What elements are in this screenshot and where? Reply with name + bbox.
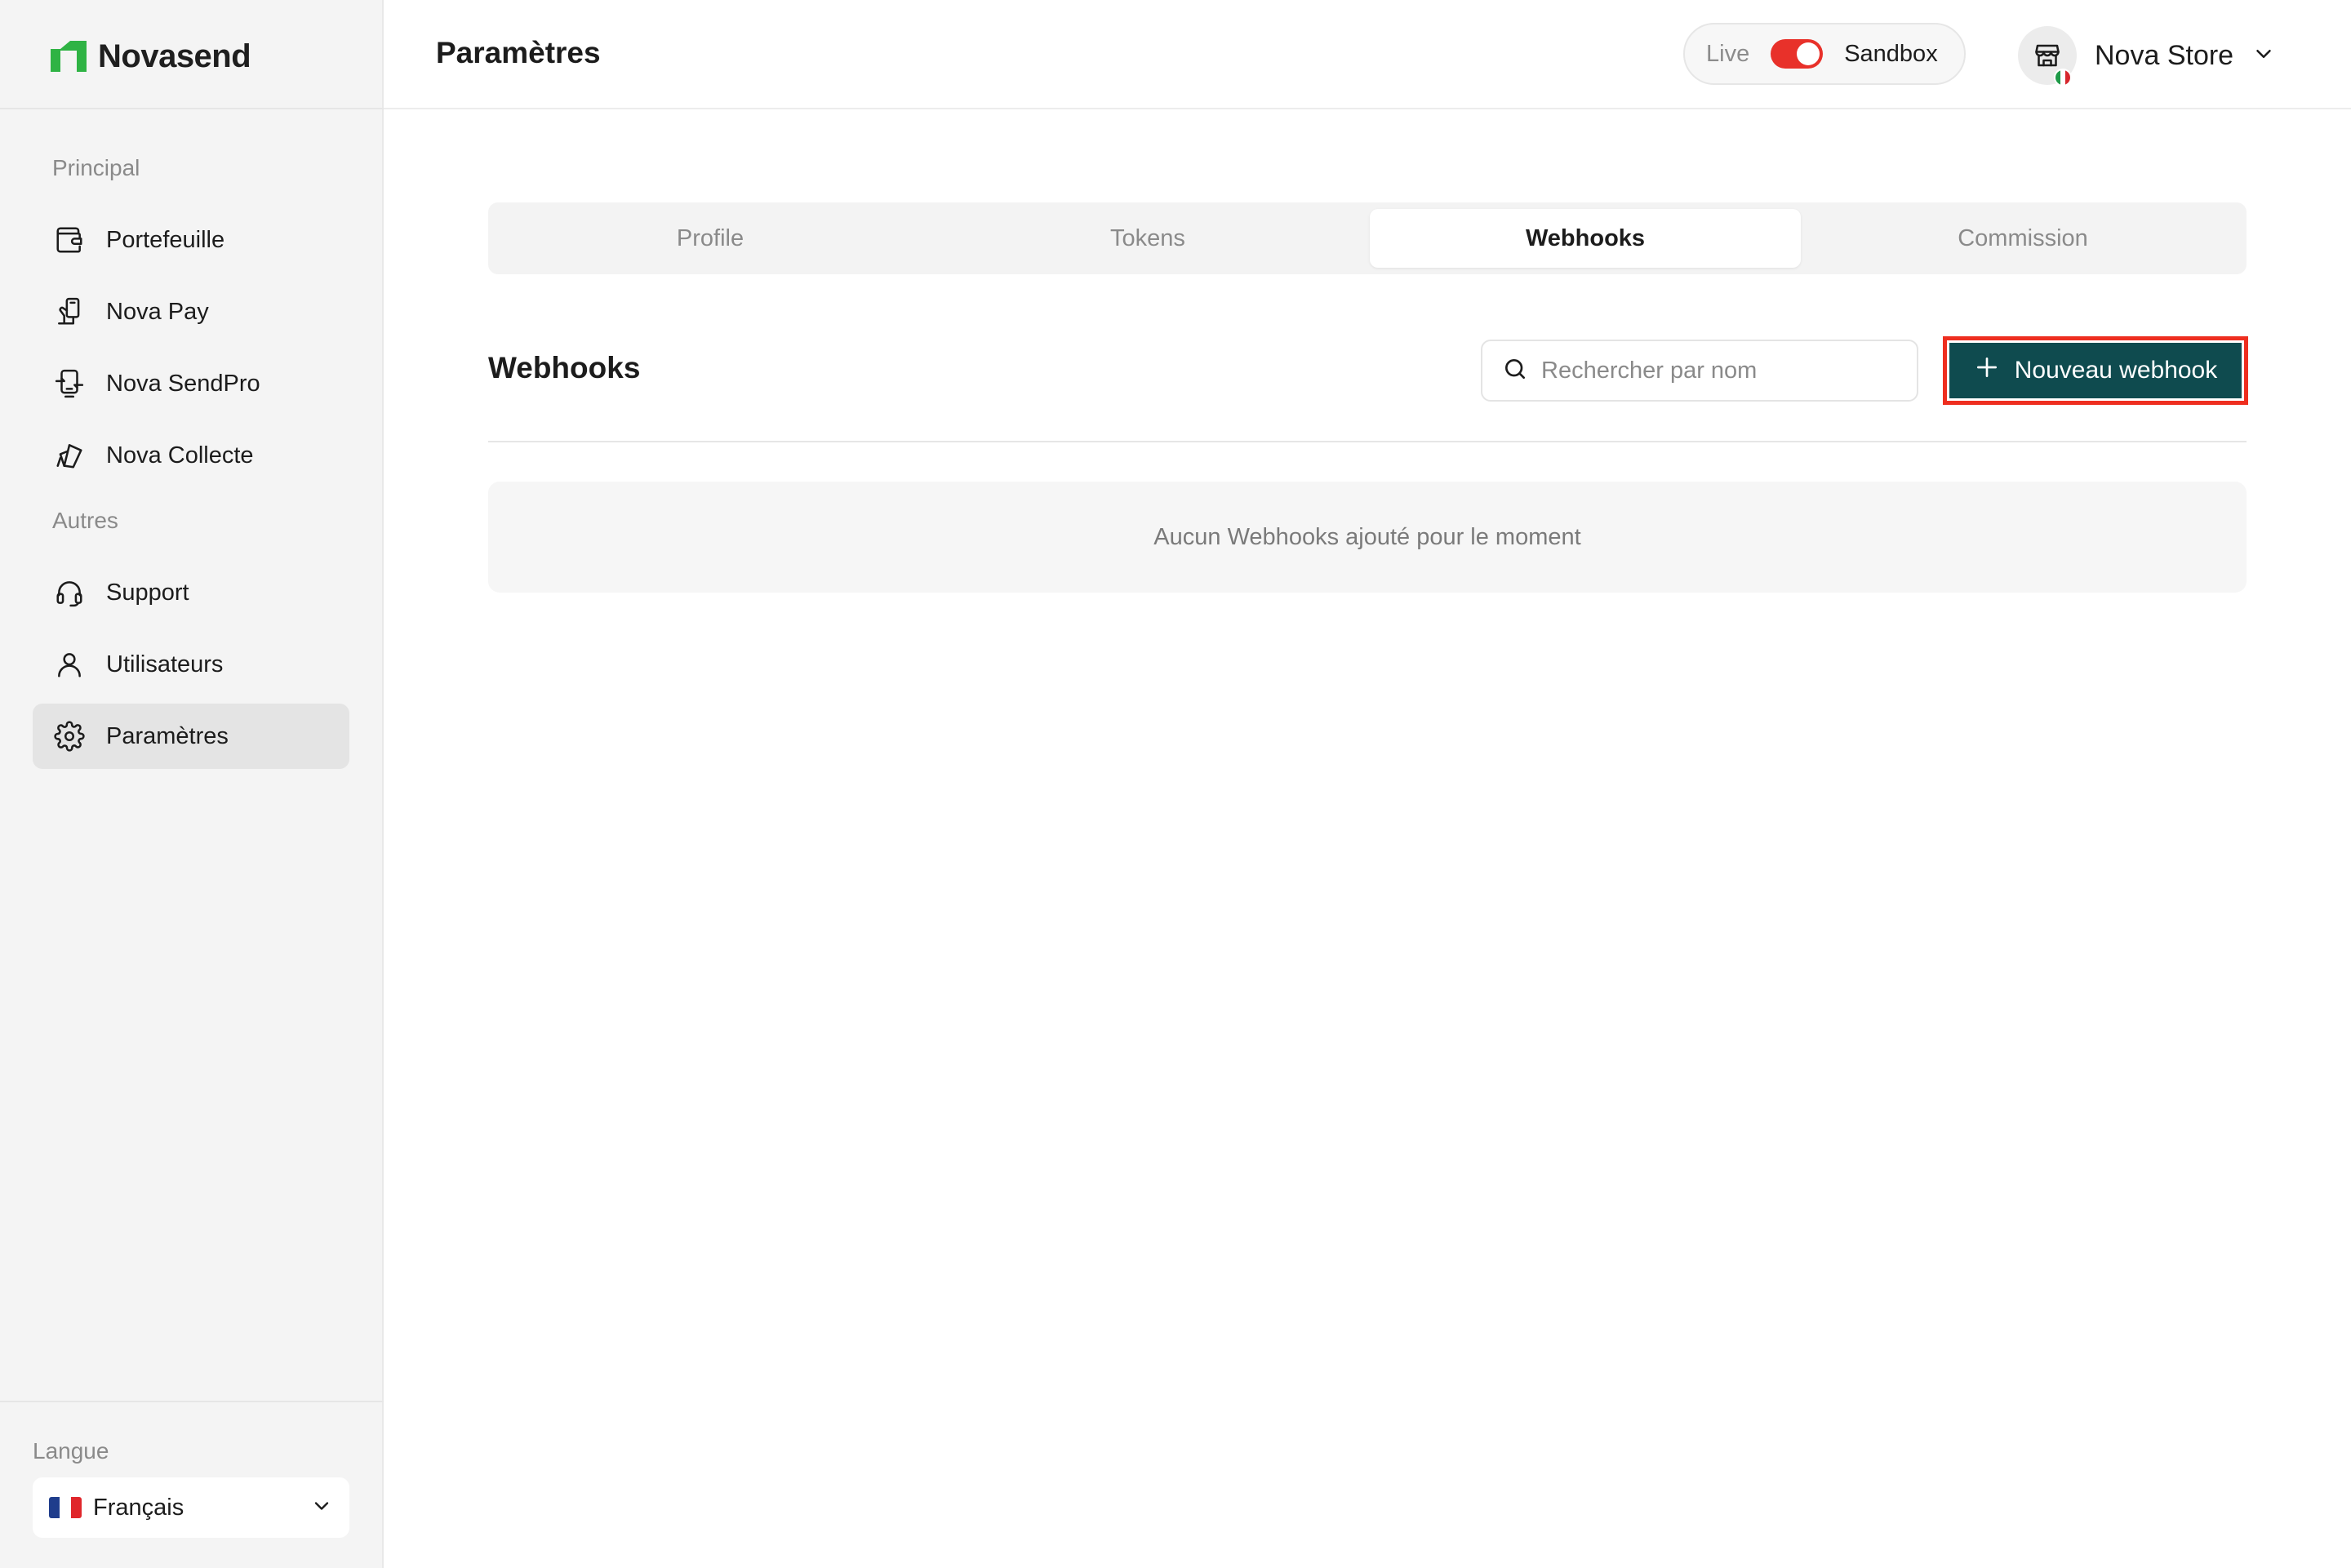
novasend-logo-icon: [51, 41, 87, 72]
sidebar-item-label: Nova Pay: [106, 298, 209, 325]
wallet-icon: [52, 223, 87, 257]
section-label-autres: Autres: [52, 508, 118, 533]
plus-icon: [1974, 354, 2000, 387]
tab-profile[interactable]: Profile: [495, 209, 926, 268]
language-label: Langue: [33, 1438, 109, 1464]
sidebar-item-label: Nova Collecte: [106, 442, 254, 469]
headset-icon: [52, 575, 87, 610]
sidebar-divider: [0, 108, 384, 109]
sidebar-item-label: Support: [106, 579, 189, 606]
content-divider: [488, 441, 2247, 442]
highlight-frame: Nouveau webhook: [1943, 336, 2248, 405]
env-switch[interactable]: [1771, 39, 1824, 69]
cards-icon: [52, 438, 87, 473]
search-box[interactable]: [1481, 340, 1918, 402]
env-live-label[interactable]: Live: [1706, 41, 1749, 68]
new-webhook-label: Nouveau webhook: [2014, 357, 2218, 384]
section-title: Webhooks: [488, 351, 641, 384]
store-avatar: [2018, 26, 2077, 87]
sidebar-item-parametres[interactable]: Paramètres: [33, 704, 349, 769]
sidebar-item-label: Portefeuille: [106, 226, 225, 253]
sidebar-item-support[interactable]: Support: [33, 560, 349, 625]
store-menu[interactable]: Nova Store: [2018, 24, 2276, 87]
sidebar-bottom-divider: [0, 1401, 384, 1402]
new-webhook-button[interactable]: Nouveau webhook: [1949, 343, 2242, 398]
store-icon: [2035, 44, 2060, 67]
tab-webhooks[interactable]: Webhooks: [1370, 209, 1801, 268]
language-selected: Français: [93, 1494, 184, 1521]
tab-commission[interactable]: Commission: [1807, 209, 2238, 268]
empty-state: Aucun Webhooks ajouté pour le moment: [488, 482, 2247, 593]
settings-tabs: Profile Tokens Webhooks Commission: [488, 202, 2247, 274]
sidebar-item-nova-sendpro[interactable]: Nova SendPro: [33, 351, 349, 416]
app-name: Novasend: [98, 38, 251, 74]
sidebar-item-portefeuille[interactable]: Portefeuille: [33, 207, 349, 273]
switch-knob: [1797, 42, 1820, 65]
sidebar-item-label: Nova SendPro: [106, 370, 260, 397]
gear-icon: [52, 719, 87, 753]
chevron-down-icon: [310, 1495, 333, 1521]
page-title: Paramètres: [436, 36, 601, 69]
italy-flag-icon: [2054, 69, 2072, 87]
sidebar-item-nova-collecte[interactable]: Nova Collecte: [33, 423, 349, 488]
env-sandbox-label[interactable]: Sandbox: [1844, 41, 1938, 68]
transfer-icon: [52, 366, 87, 401]
france-flag-icon: [49, 1497, 82, 1518]
user-icon: [52, 647, 87, 682]
language-select[interactable]: Français: [33, 1477, 349, 1538]
search-icon: [1502, 356, 1528, 386]
store-name: Nova Store: [2095, 39, 2234, 71]
top-header: Paramètres Live Sandbox Nova Store: [384, 0, 2351, 109]
app-logo[interactable]: Novasend: [51, 36, 251, 77]
hand-phone-icon: [52, 295, 87, 329]
section-label-principal: Principal: [52, 155, 140, 180]
sidebar-item-utilisateurs[interactable]: Utilisateurs: [33, 632, 349, 697]
search-input[interactable]: [1541, 357, 1897, 384]
tab-tokens[interactable]: Tokens: [932, 209, 1363, 268]
environment-toggle[interactable]: Live Sandbox: [1683, 23, 1966, 85]
sidebar-item-nova-pay[interactable]: Nova Pay: [33, 279, 349, 344]
sidebar-item-label: Utilisateurs: [106, 651, 224, 677]
sidebar: Novasend Principal Portefeuille Nova Pay…: [0, 0, 384, 1568]
empty-state-text: Aucun Webhooks ajouté pour le moment: [1153, 523, 1581, 550]
chevron-down-icon: [2251, 42, 2276, 70]
sidebar-item-label: Paramètres: [106, 722, 229, 749]
